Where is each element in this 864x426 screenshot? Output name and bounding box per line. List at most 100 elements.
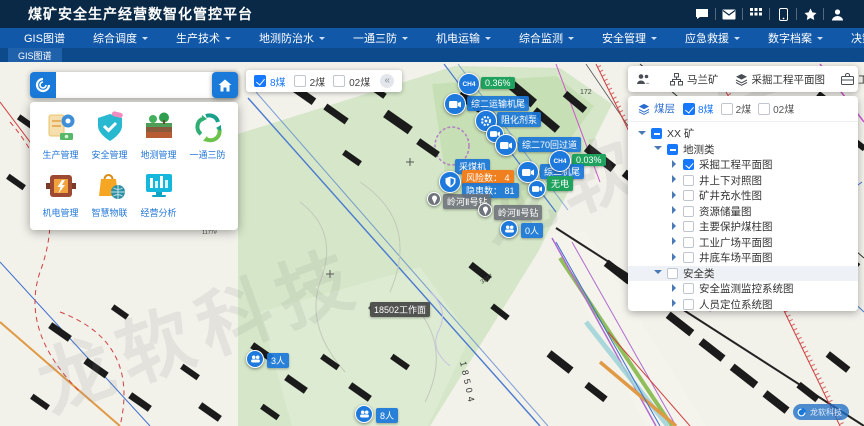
tree-checkbox[interactable] [667,144,678,155]
risk-shield-icon[interactable] [439,171,461,193]
apps-grid-icon[interactable] [743,6,769,22]
caret-right-icon[interactable] [670,205,680,217]
personnel-icon[interactable] [355,405,373,423]
tree-checkbox[interactable] [683,206,694,217]
camera-icon[interactable] [495,134,517,156]
ch4-value-badge[interactable]: 0.36% [481,77,515,89]
camera-icon[interactable] [444,93,466,115]
nav-item-dispatch[interactable]: 综合调度 [79,28,162,48]
tree-item-safety-group[interactable]: 安全类 [628,266,858,282]
gis-map[interactable]: 172 572 18504 3017 18-210 1177# 龙软科技 龙软科… [0,62,864,426]
tree-checkbox[interactable] [683,237,694,248]
pin-icon[interactable] [427,192,441,206]
panel-seam-02-checkbox[interactable] [758,103,770,115]
tree-item-water-map[interactable]: 矿井充水性图 [628,188,858,204]
tab-gis[interactable]: GIS图谱 [8,48,62,62]
tree-item-monitoring-map[interactable]: 安全监测监控系统图 [628,281,858,297]
tree-checkbox[interactable] [667,268,678,279]
tree-checkbox[interactable] [683,159,694,170]
nav-item-ventilation[interactable]: 一通三防 [339,28,422,48]
app-logo-button[interactable] [30,72,56,98]
caret-right-icon[interactable] [670,174,680,186]
tree-item-industrial-map[interactable]: 工业广场平面图 [628,235,858,251]
seam-2-checkbox[interactable] [294,75,306,87]
app-safety[interactable]: 安全管理 [85,109,134,165]
nav-item-decision[interactable]: 决策支持 [837,28,864,48]
mail-icon[interactable] [716,6,742,22]
caret-right-icon[interactable] [670,159,680,171]
caret-down-icon[interactable] [638,128,648,140]
mine-selector[interactable]: 马兰矿 [662,72,727,87]
tree-item-shaft-yard-map[interactable]: 井底车场平面图 [628,250,858,266]
home-button[interactable] [212,72,238,98]
caret-right-icon[interactable] [670,236,680,248]
message-icon[interactable] [689,6,715,22]
plan-selector[interactable]: 采掘工程平面图 [727,72,834,87]
caret-down-icon[interactable] [654,267,664,279]
app-production[interactable]: 生产管理 [36,109,85,165]
caret-right-icon[interactable] [670,190,680,202]
tree-item-geology-group[interactable]: 地测类 [628,142,858,158]
panel-seam-8-checkbox[interactable] [683,103,695,115]
caret-right-icon[interactable] [670,298,680,310]
seam-02-checkbox[interactable] [333,75,345,87]
mobile-icon[interactable] [770,6,796,22]
nav-item-mechatronics[interactable]: 机电运输 [422,28,505,48]
caret-down-icon[interactable] [654,143,664,155]
star-icon[interactable] [797,6,823,22]
nav-item-archive[interactable]: 数字档案 [754,28,837,48]
personnel-count-badge[interactable]: 0人 [521,223,543,238]
personnel-icon[interactable] [246,350,264,368]
pin-icon[interactable] [478,203,492,217]
no-power-badge[interactable]: 无电 [547,176,573,191]
panel-seam-2-checkbox[interactable] [721,103,733,115]
tree-item-resource-map[interactable]: 资源储量图 [628,204,858,220]
nav-item-safety[interactable]: 安全管理 [588,28,671,48]
camera-icon[interactable] [528,180,546,198]
pump-label[interactable]: 阻化剂泵 [497,112,541,127]
app-mechatronics[interactable]: 机电管理 [36,167,85,223]
team-tool-button[interactable] [628,73,662,85]
tools-button[interactable]: 工具 [833,72,864,87]
tree-checkbox[interactable] [683,175,694,186]
app-label: 机电管理 [42,206,78,219]
page-title: 煤矿安全生产经营数智化管控平台 [28,4,253,24]
personnel-icon[interactable] [500,220,518,238]
caret-right-icon[interactable] [670,283,680,295]
ch4-sensor-icon[interactable]: CH4 [458,73,480,95]
camera-label[interactable]: 综二运输机尾 [467,96,529,111]
tree-checkbox[interactable] [683,283,694,294]
search-input[interactable] [56,75,219,95]
collapse-icon[interactable]: « [380,74,394,88]
tree-checkbox[interactable] [683,221,694,232]
app-iot[interactable]: 智慧物联 [85,167,134,223]
tree-checkbox[interactable] [683,299,694,310]
seam-8-checkbox[interactable] [254,75,266,87]
org-icon [670,73,683,86]
tree-checkbox[interactable] [651,128,662,139]
tree-item-mining-plan[interactable]: 采掘工程平面图 [628,157,858,173]
caret-right-icon[interactable] [670,252,680,264]
personnel-count-badge[interactable]: 3人 [267,353,289,368]
camera-label[interactable]: 综二70回过道 [518,137,581,152]
app-analysis[interactable]: 经营分析 [134,167,183,223]
ch4-sensor-icon[interactable]: CH4 [549,150,571,172]
caret-right-icon[interactable] [670,221,680,233]
tree-checkbox[interactable] [683,252,694,263]
tree-item-personnel-map[interactable]: 人员定位系统图 [628,297,858,312]
nav-item-geology[interactable]: 地测防治水 [245,28,339,48]
personnel-count-badge[interactable]: 8人 [376,408,398,423]
tree-checkbox[interactable] [683,190,694,201]
nav-item-gis[interactable]: GIS图谱 [10,28,79,48]
app-ventilation[interactable]: 一通三防 [183,109,232,165]
borehole-pin-label[interactable]: 岭河Ⅱ号钻 [494,205,542,220]
tree-item-pillar-map[interactable]: 主要保护煤柱图 [628,219,858,235]
user-icon[interactable] [824,6,850,22]
workface-label[interactable]: 18502工作面 [370,302,430,317]
tree-item-mine[interactable]: XX 矿 [628,126,858,142]
nav-item-rescue[interactable]: 应急救援 [671,28,754,48]
app-geology[interactable]: 地测管理 [134,109,183,165]
tree-item-contrast-map[interactable]: 井上下对照图 [628,173,858,189]
nav-item-monitoring[interactable]: 综合监测 [505,28,588,48]
nav-item-production[interactable]: 生产技术 [162,28,245,48]
